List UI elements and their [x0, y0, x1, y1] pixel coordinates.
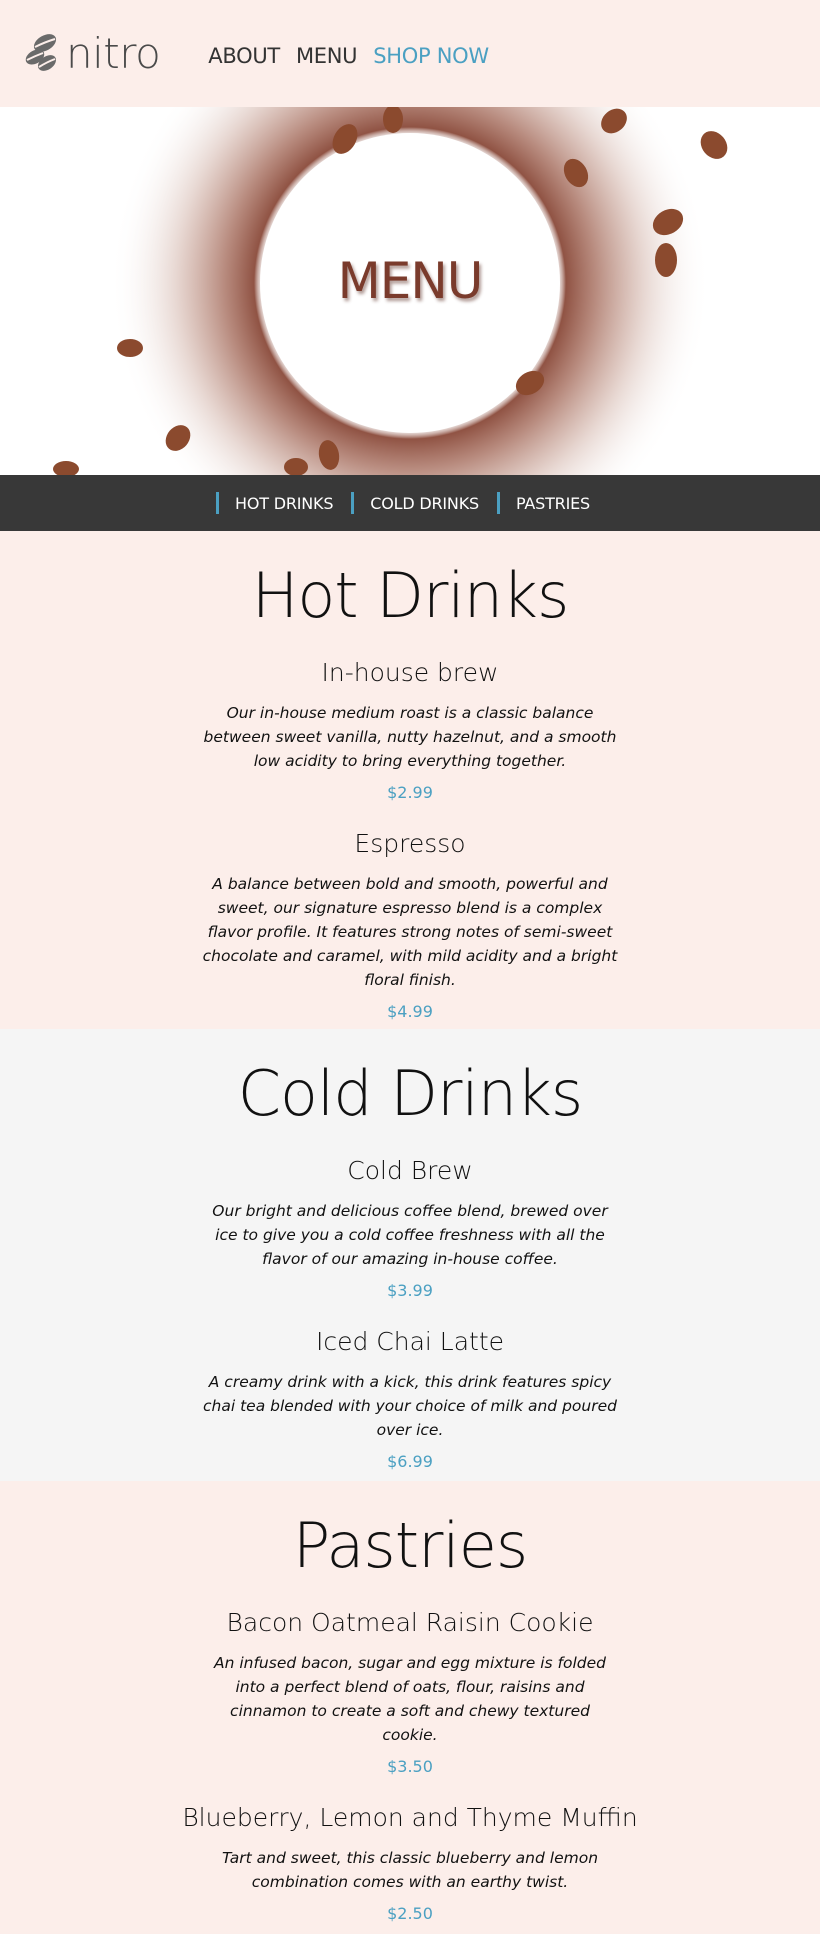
nav-about[interactable]: ABOUT	[208, 44, 280, 68]
item-price: $3.99	[387, 1281, 433, 1300]
menu-item: Iced Chai Latte A creamy drink with a ki…	[0, 1326, 820, 1471]
item-name: Espresso	[354, 829, 466, 858]
subnav-label: PASTRIES	[515, 493, 590, 513]
item-name: Cold Brew	[347, 1156, 473, 1185]
menu-item: Bacon Oatmeal Raisin Cookie An infused b…	[0, 1607, 820, 1776]
pastries-section: Pastries Bacon Oatmeal Raisin Cookie An …	[0, 1481, 820, 1933]
section-title: Cold Drinks	[237, 1057, 583, 1130]
subnav-item-hot-drinks[interactable]: HOT DRINKS	[216, 492, 347, 514]
nav-shop-now[interactable]: SHOP NOW	[373, 44, 489, 68]
item-description: Our bright and delicious coffee blend, b…	[212, 1202, 608, 1268]
item-description: A creamy drink with a kick, this drink f…	[203, 1373, 617, 1439]
menu-item: Espresso A balance between bold and smoo…	[0, 828, 820, 1021]
main-nav: ABOUT MENU SHOP NOW	[208, 44, 505, 68]
menu-category-nav: HOT DRINKS COLD DRINKS PASTRIES	[0, 475, 820, 531]
item-description: Tart and sweet, this classic blueberry a…	[221, 1849, 599, 1891]
item-name: Blueberry, Lemon and Thyme Muffin	[182, 1803, 638, 1832]
hero-title: MENU	[337, 252, 484, 310]
subnav-divider	[351, 492, 355, 514]
item-price: $3.50	[387, 1757, 433, 1776]
coffee-bean	[117, 339, 143, 357]
item-name: Bacon Oatmeal Raisin Cookie	[226, 1608, 594, 1637]
cold-drinks-section: Cold Drinks Cold Brew Our bright and del…	[0, 1029, 820, 1481]
coffee-beans-icon	[25, 33, 57, 71]
subnav-label: HOT DRINKS	[235, 493, 334, 513]
subnav-label: COLD DRINKS	[370, 493, 479, 513]
item-price: $4.99	[387, 1002, 433, 1021]
hot-drinks-section: Hot Drinks In-house brew Our in-house me…	[0, 531, 820, 1029]
item-description: A balance between bold and smooth, power…	[202, 875, 618, 989]
subnav-item-cold-drinks[interactable]: COLD DRINKS	[351, 492, 493, 514]
site-header: nitro ABOUT MENU SHOP NOW	[0, 0, 820, 107]
item-price: $2.99	[387, 783, 433, 802]
nav-menu[interactable]: MENU	[296, 44, 358, 68]
item-description: Our in-house medium roast is a classic b…	[203, 704, 617, 770]
section-title: Hot Drinks	[251, 559, 570, 632]
item-price: $2.50	[387, 1904, 433, 1923]
subnav-divider	[216, 492, 220, 514]
subnav-item-pastries[interactable]: PASTRIES	[496, 492, 604, 514]
item-name: In-house brew	[321, 658, 499, 687]
section-title: Pastries	[292, 1509, 528, 1582]
logo[interactable]: nitro	[22, 29, 161, 78]
menu-item: Blueberry, Lemon and Thyme Muffin Tart a…	[0, 1802, 820, 1923]
item-name: Iced Chai Latte	[315, 1327, 505, 1356]
subnav-divider	[496, 492, 500, 514]
item-description: An infused bacon, sugar and egg mixture …	[213, 1654, 606, 1744]
logo-text: nitro	[66, 29, 161, 78]
hero-banner: MENU	[0, 107, 820, 475]
menu-item: Cold Brew Our bright and delicious coffe…	[0, 1155, 820, 1300]
menu-item: In-house brew Our in-house medium roast …	[0, 657, 820, 802]
item-price: $6.99	[387, 1452, 433, 1471]
